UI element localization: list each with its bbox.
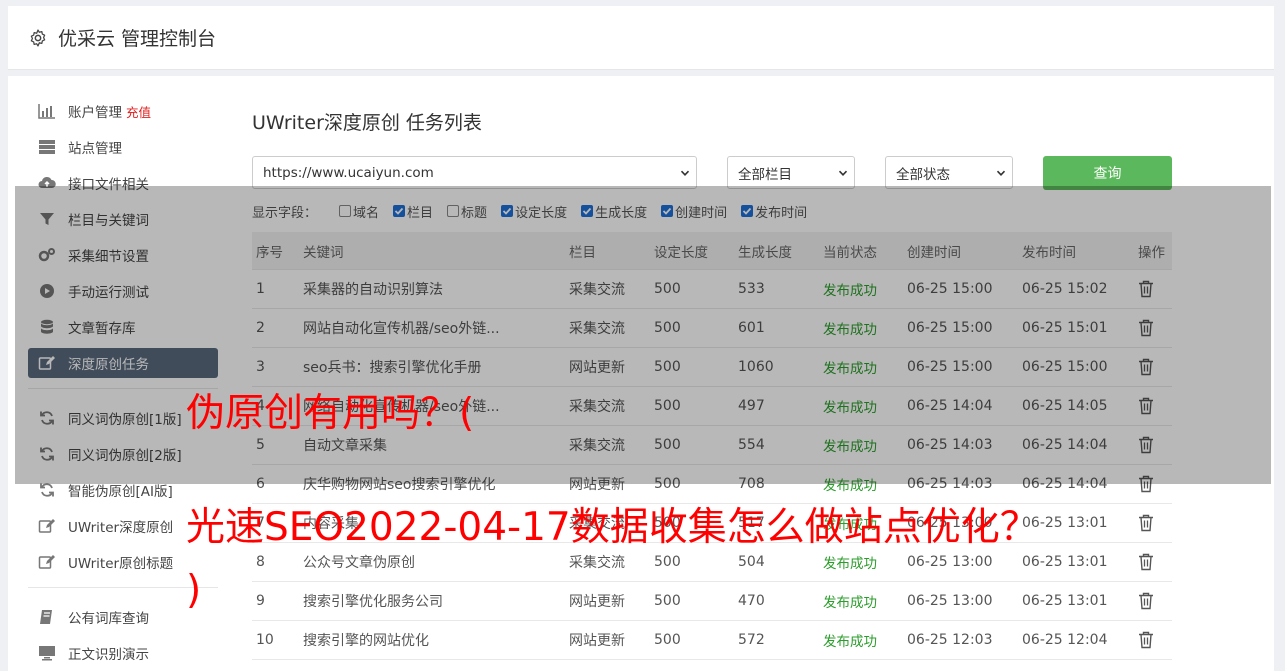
table-cell: 搜索引擎优化服务公司 — [303, 594, 443, 610]
table-cell: 网站更新 — [569, 633, 625, 649]
table-cell: 采集交流 — [569, 555, 625, 571]
watermark-line-3: ) — [186, 568, 202, 613]
column-select-value: 全部栏目 — [738, 166, 792, 183]
trash-icon — [1139, 553, 1153, 571]
gear-icon — [30, 28, 46, 47]
book-icon — [38, 608, 56, 626]
status-select[interactable]: 全部状态 — [885, 156, 1013, 189]
trash-icon — [1139, 514, 1153, 532]
watermark-line-1: 伪原创有用吗？( — [186, 391, 475, 436]
table-cell: 500 — [654, 554, 681, 570]
status-text: 发布成功 — [823, 556, 877, 572]
table-cell: 06-25 13:01 — [1022, 554, 1108, 570]
sidebar-item[interactable]: 站点管理 — [28, 132, 218, 162]
table-cell: 500 — [654, 593, 681, 609]
table-row: 9 搜索引擎优化服务公司 网站更新 500 470 发布成功 06-25 13:00 06-2… — [252, 582, 1172, 621]
filter-bar: https://www.ucaiyun.com 全部栏目 全部状态 查询 — [252, 156, 1172, 190]
column-select[interactable]: 全部栏目 — [727, 156, 855, 189]
delete-button[interactable] — [1138, 553, 1154, 575]
table-cell: 10 — [256, 632, 274, 648]
site-select[interactable]: https://www.ucaiyun.com — [252, 156, 697, 189]
sidebar-item-label: 公有词库查询 — [68, 611, 149, 627]
sidebar-item-label: 站点管理 — [68, 141, 122, 157]
edit-icon — [38, 553, 56, 571]
recharge-link[interactable]: 充值 — [126, 102, 151, 121]
dim-overlay — [15, 186, 1271, 484]
table-cell: 470 — [738, 593, 765, 609]
delete-button[interactable] — [1138, 631, 1154, 653]
app-header: 优采云 管理控制台 — [8, 6, 1274, 70]
watermark-line-2: 光速SEO2022-04-17数据收集怎么做站点优化？ — [186, 505, 1039, 550]
page-title: UWriter深度原创 任务列表 — [252, 112, 482, 134]
trash-icon — [1139, 592, 1153, 610]
edit-icon — [38, 517, 56, 535]
bar-chart-icon — [38, 102, 56, 120]
server-icon — [38, 138, 56, 156]
site-select-value: https://www.ucaiyun.com — [263, 164, 434, 181]
table-cell: 06-25 12:03 — [907, 632, 993, 648]
delete-button[interactable] — [1138, 514, 1154, 536]
table-cell: 572 — [738, 632, 765, 648]
table-cell: 500 — [654, 632, 681, 648]
sidebar-item-label: UWriter原创标题 — [68, 556, 174, 572]
trash-icon — [1139, 631, 1153, 649]
status-text: 发布成功 — [823, 634, 877, 650]
app-title: 优采云 管理控制台 — [58, 28, 217, 50]
table-row: 10 搜索引擎的网站优化 网站更新 500 572 发布成功 06-25 12:03 06-2… — [252, 621, 1172, 660]
chevron-down-icon — [838, 170, 848, 176]
sidebar-item-label: 账户管理 — [68, 105, 122, 121]
table-cell: 06-25 13:01 — [1022, 593, 1108, 609]
sidebar-item[interactable]: 正文识别演示 — [28, 638, 218, 668]
delete-button[interactable] — [1138, 592, 1154, 614]
table-cell: 504 — [738, 554, 765, 570]
table-cell: 网站更新 — [569, 594, 625, 610]
sidebar-item-label: 正文识别演示 — [68, 647, 149, 663]
table-cell: 06-25 12:04 — [1022, 632, 1108, 648]
table-cell: 06-25 13:00 — [907, 593, 993, 609]
status-text: 发布成功 — [823, 595, 877, 611]
sidebar-item[interactable]: 账户管理 充值 — [28, 96, 218, 126]
table-cell: 搜索引擎的网站优化 — [303, 633, 429, 649]
sidebar-item-label: UWriter深度原创 — [68, 520, 174, 536]
query-button[interactable]: 查询 — [1043, 156, 1172, 190]
chevron-down-icon — [680, 170, 690, 176]
table-cell: 9 — [256, 593, 265, 609]
table-cell: 公众号文章伪原创 — [303, 555, 415, 571]
monitor-icon — [38, 644, 56, 662]
table-cell: 06-25 13:00 — [907, 554, 993, 570]
status-select-value: 全部状态 — [896, 166, 950, 183]
chevron-down-icon — [996, 170, 1006, 176]
table-cell: 8 — [256, 554, 265, 570]
